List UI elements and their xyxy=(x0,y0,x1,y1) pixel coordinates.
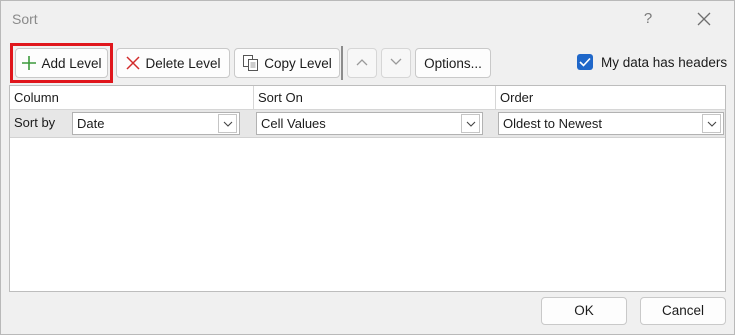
checkmark-icon xyxy=(579,57,591,67)
move-up-button[interactable] xyxy=(347,48,377,78)
toolbar-separator xyxy=(341,46,343,80)
column-header-sort-on: Sort On xyxy=(254,86,496,110)
dialog-title: Sort xyxy=(12,11,38,27)
sort-on-select-value: Cell Values xyxy=(261,116,326,131)
close-button[interactable] xyxy=(690,8,718,30)
cancel-button[interactable]: Cancel xyxy=(640,297,726,325)
order-select-value: Oldest to Newest xyxy=(503,116,602,131)
chevron-down-icon xyxy=(707,121,716,127)
delete-x-icon xyxy=(125,55,141,71)
ok-button[interactable]: OK xyxy=(541,297,627,325)
chevron-down-icon xyxy=(390,58,402,65)
add-level-button[interactable]: Add Level xyxy=(15,48,108,78)
copy-level-label: Copy Level xyxy=(264,55,332,71)
sort-by-label: Sort by xyxy=(14,115,56,130)
order-select-dropdown[interactable] xyxy=(702,114,721,133)
add-level-label: Add Level xyxy=(41,55,102,71)
column-select[interactable]: Date xyxy=(72,112,240,135)
copy-level-button[interactable]: Copy Level xyxy=(234,48,340,78)
help-button[interactable]: ? xyxy=(637,8,659,30)
sort-dialog: Sort ? Add Level Delete Level Copy Level… xyxy=(0,0,735,335)
title-bar: Sort ? xyxy=(1,1,734,37)
column-header-order: Order xyxy=(496,86,725,110)
order-select[interactable]: Oldest to Newest xyxy=(498,112,724,135)
column-select-value: Date xyxy=(77,116,105,131)
chevron-up-icon xyxy=(356,59,368,66)
sort-on-select[interactable]: Cell Values xyxy=(256,112,483,135)
delete-level-label: Delete Level xyxy=(145,55,221,71)
chevron-down-icon xyxy=(223,121,232,127)
sort-level-row[interactable]: Sort by Date Cell Values Oldest to Newes… xyxy=(10,110,725,138)
delete-level-button[interactable]: Delete Level xyxy=(116,48,230,78)
column-header-column: Column xyxy=(10,86,254,110)
plus-icon xyxy=(21,55,37,71)
options-button[interactable]: Options... xyxy=(415,48,491,78)
close-icon xyxy=(697,12,711,26)
column-select-dropdown[interactable] xyxy=(218,114,237,133)
options-label: Options... xyxy=(424,55,482,71)
sort-on-select-dropdown[interactable] xyxy=(461,114,480,133)
copy-icon xyxy=(242,54,260,72)
headers-checkbox[interactable] xyxy=(577,54,593,70)
headers-checkbox-label[interactable]: My data has headers xyxy=(601,55,727,70)
sort-levels-grid: Column Sort On Order Sort by Date Cell V… xyxy=(9,85,726,292)
move-down-button[interactable] xyxy=(381,48,411,78)
chevron-down-icon xyxy=(466,121,475,127)
